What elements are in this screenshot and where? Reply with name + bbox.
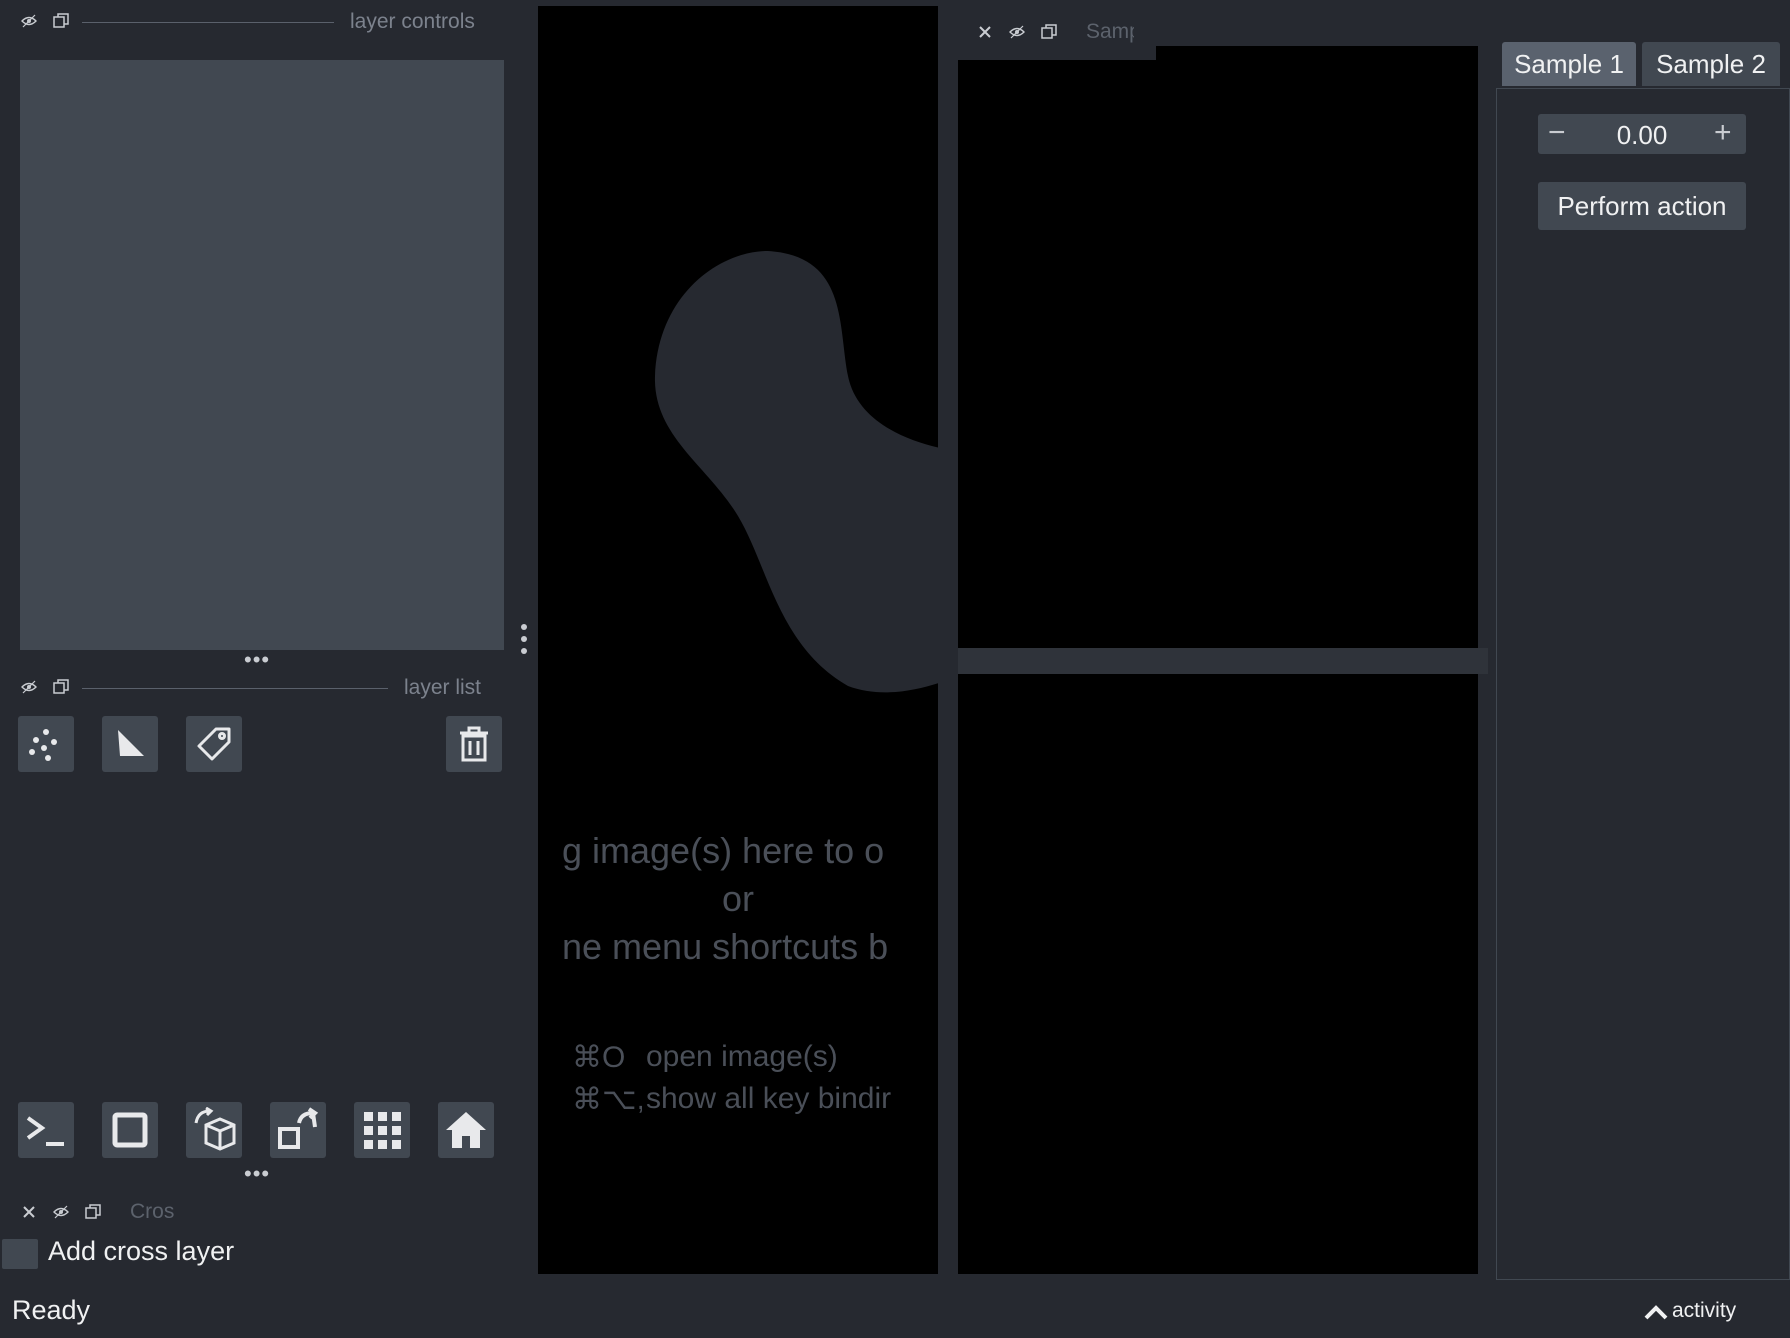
grid-icon	[362, 1110, 402, 1150]
close-icon[interactable]	[976, 23, 994, 41]
grid-view-button[interactable]	[354, 1102, 410, 1158]
float-icon[interactable]	[52, 12, 70, 30]
home-button[interactable]	[438, 1102, 494, 1158]
logo-blob-overflow	[938, 440, 958, 690]
decrement-button[interactable]: −	[1548, 116, 1566, 150]
eye-icon[interactable]	[52, 1203, 70, 1221]
increment-button[interactable]: +	[1714, 116, 1732, 150]
console-button[interactable]	[18, 1102, 74, 1158]
eye-icon[interactable]	[20, 678, 38, 696]
dock-title: Samp	[1086, 20, 1134, 43]
title-divider	[82, 688, 388, 689]
dock-title: layer controls	[350, 10, 475, 33]
perform-action-button[interactable]: Perform action	[1538, 182, 1746, 230]
transpose-button[interactable]	[270, 1102, 326, 1158]
welcome-line: ne menu shortcuts b	[562, 926, 889, 967]
logo-blob	[654, 251, 938, 693]
float-icon[interactable]	[1040, 23, 1058, 41]
square-icon	[110, 1110, 150, 1150]
roll-dims-button[interactable]	[186, 1102, 242, 1158]
welcome-line: g image(s) here to o	[562, 830, 885, 871]
title-divider	[82, 22, 334, 23]
sample-canvas-bottom[interactable]	[958, 674, 1478, 1274]
chevron-up-icon[interactable]	[1644, 1302, 1668, 1322]
resize-handle[interactable]: •••	[244, 649, 270, 671]
dock-title: Cros	[130, 1200, 175, 1223]
new-points-layer-button[interactable]	[18, 716, 74, 772]
shapes-icon	[110, 724, 150, 764]
status-text: Ready	[12, 1295, 91, 1325]
shortcut-key: ⌘O	[572, 1041, 626, 1074]
horizontal-splitter[interactable]	[958, 648, 1488, 674]
delete-layer-button[interactable]	[446, 716, 502, 772]
shortcut-label: show all key bindir	[646, 1082, 892, 1115]
toggle-ndisplay-button[interactable]	[102, 1102, 158, 1158]
trash-icon	[456, 724, 492, 764]
welcome-line: or	[721, 878, 754, 919]
float-icon[interactable]	[52, 678, 70, 696]
cube-rotate-icon	[190, 1107, 238, 1153]
labels-icon	[194, 724, 234, 764]
add-cross-layer-checkbox[interactable]	[2, 1239, 38, 1269]
points-icon	[26, 724, 66, 764]
activity-button[interactable]: activity	[1672, 1299, 1736, 1323]
close-icon[interactable]	[20, 1203, 38, 1221]
new-labels-layer-button[interactable]	[186, 716, 242, 772]
dock-title: layer list	[404, 676, 482, 699]
float-icon[interactable]	[84, 1203, 102, 1221]
sample-canvas-top-main[interactable]	[958, 60, 1478, 648]
console-icon	[24, 1110, 68, 1150]
tab-content	[1496, 88, 1790, 1280]
layer-controls-panel	[20, 60, 504, 650]
home-icon	[444, 1110, 488, 1150]
eye-icon[interactable]	[1008, 23, 1026, 41]
tab-sample-2[interactable]: Sample 2	[1642, 42, 1780, 86]
checkbox-label: Add cross layer	[48, 1236, 235, 1266]
spinbox-value[interactable]: 0.00	[1602, 120, 1682, 151]
shortcut-key: ⌘⌥,	[572, 1083, 642, 1116]
eye-icon[interactable]	[20, 12, 38, 30]
shortcut-label: open image(s)	[646, 1040, 838, 1073]
transpose-icon	[275, 1107, 321, 1153]
splitter-handle[interactable]	[520, 622, 528, 658]
resize-handle[interactable]: •••	[244, 1163, 270, 1185]
tab-sample-1[interactable]: Sample 1	[1502, 42, 1636, 86]
viewer-canvas[interactable]: g image(s) here to o or ne menu shortcut…	[538, 6, 938, 1274]
value-spinbox[interactable]: − 0.00 +	[1538, 114, 1746, 154]
new-shapes-layer-button[interactable]	[102, 716, 158, 772]
